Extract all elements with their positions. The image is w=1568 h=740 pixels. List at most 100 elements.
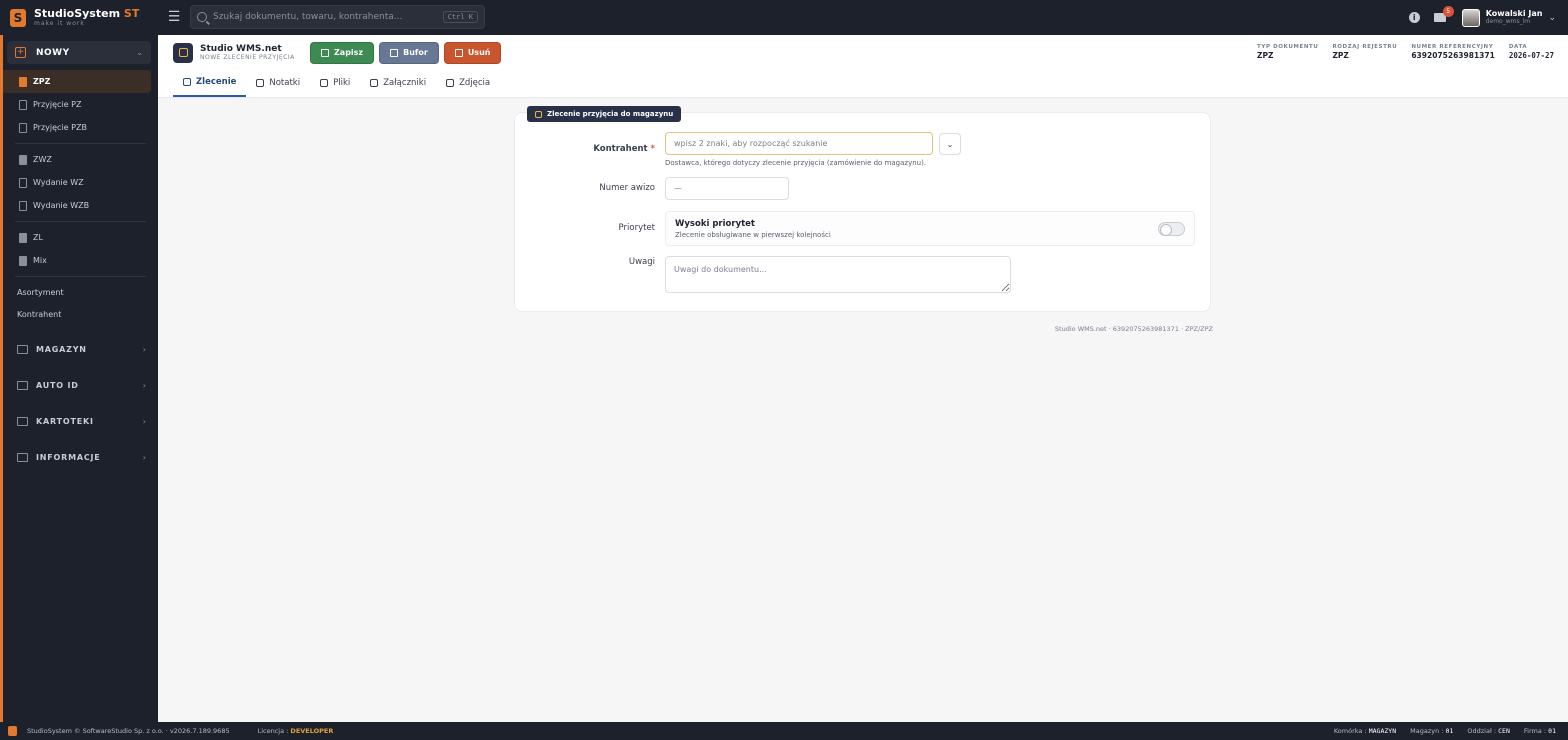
document-meta: TYP DOKUMENTU ZPZ RODZAJ REJESTRU ZPZ NUME… [1257,44,1554,61]
section-title: Zlecenie przyjęcia do magazynu [547,110,674,118]
priority-description: Zlecenie obsługiwane w pierwszej kolejno… [675,231,831,239]
meta-label: NUMER REFERENCYJNY [1411,44,1494,50]
tab-label: Załączniki [383,78,427,88]
brand[interactable]: S StudioSystem ST make it work [0,0,158,35]
chevron-right-icon: › [142,344,146,354]
file-icon [320,79,329,87]
kontrahent-help: Dostawca, którego dotyczy zlecenie przyj… [665,159,927,167]
global-search[interactable]: Ctrl K [190,5,485,29]
plus-square-icon: + [15,47,26,58]
buffer-button[interactable]: Bufor [379,41,439,64]
sidebar-item-zl[interactable]: ZL [3,226,151,249]
sidebar-item-label: ZPZ [33,77,51,86]
sidebar-item-label: Wydanie WZ [33,178,84,187]
sidebar-item-label: Przyjęcie PZB [33,123,87,132]
sidebar-item-kontrahent[interactable]: Kontrahent [3,303,158,325]
document-tabs: Zlecenie Notatki Pliki Załączniki Zdjęci… [158,70,1568,98]
sidebar-divider [15,221,146,222]
chevron-down-icon: ⌄ [136,48,143,57]
document-icon [19,177,27,188]
tab-label: Zdjęcia [459,78,491,88]
sidebar-item-mix[interactable]: Mix [3,249,151,272]
search-icon [197,12,207,22]
meta-date: 2026-07-27 [1508,51,1554,61]
tab-zalaczniki[interactable]: Załączniki [360,69,436,97]
doc-type-icon [173,42,193,63]
report-icon [17,452,28,462]
sidebar-group-magazyn[interactable]: MAGAZYN › [3,331,158,367]
sidebar-item-label: ZWZ [33,155,52,164]
sidebar-group-auto-id[interactable]: AUTO ID › [3,367,158,403]
chevron-right-icon: › [142,380,146,390]
document-icon [19,76,27,87]
info-icon[interactable]: i [1408,12,1420,23]
priority-title: Wysoki priorytet [675,219,755,229]
document-icon [19,122,27,133]
meta-reference-number: 6392075263981371 [1411,51,1495,61]
sidebar-item-przyjecie-pz[interactable]: Przyjęcie PZ [3,93,151,116]
tab-pliki[interactable]: Pliki [310,69,360,97]
document-icon [19,99,27,110]
sidebar-item-asortyment[interactable]: Asortyment [3,281,158,303]
notes-textarea[interactable] [665,256,1011,293]
kontrahent-dropdown-button[interactable]: ⌄ [939,133,961,155]
sidebar-group-informacje[interactable]: INFORMACJE › [3,439,158,475]
document-reference-footer: Studio WMS.net · 6392075263981371 · ZPZ/… [1054,325,1213,333]
sidebar-divider [15,143,146,144]
status-warehouse: Magazyn : 01 [1410,727,1454,735]
main-content: Studio WMS.net NOWE ZLECENIE PRZYJĘCIA Z… [158,35,1568,722]
document-icon [19,200,27,211]
meta-register-type: ZPZ [1332,51,1349,61]
brand-tagline: make it work [34,20,85,27]
mail-button[interactable]: 5 [1433,6,1454,23]
sidebar-item-zwz[interactable]: ZWZ [3,148,151,171]
sidebar-item-wydanie-wz[interactable]: Wydanie WZ [3,171,151,194]
tab-label: Zlecenie [196,77,237,87]
awizo-label: Numer awizo [599,183,655,193]
menu-toggle-icon[interactable]: ☰ [166,9,182,25]
awizo-input[interactable] [665,177,789,200]
meta-label: RODZAJ REJESTRU [1332,44,1398,50]
chevron-down-icon: ⌄ [1548,12,1556,23]
tab-notatki[interactable]: Notatki [246,69,310,97]
logo-icon: S [10,8,26,27]
search-input[interactable] [213,12,437,22]
sidebar-group-kartoteki[interactable]: KARTOTEKI › [3,403,158,439]
sidebar-item-label: ZL [33,233,43,242]
avatar [1461,8,1480,27]
user-menu[interactable]: Kowalski Jan demo_wms_lm ⌄ [1461,8,1556,27]
copyright: StudioSystem © SoftwareStudio Sp. z o.o.… [27,727,230,735]
barcode-icon [17,380,28,390]
tab-label: Notatki [269,78,301,88]
license-label: Licencja : [257,727,289,735]
status-company: Firma : 01 [1523,727,1556,735]
section-tag: Zlecenie przyjęcia do magazynu [527,106,682,122]
priority-toggle[interactable] [1158,222,1185,236]
delete-button-label: Usuń [467,48,491,57]
kontrahent-input[interactable] [665,132,933,155]
delete-button[interactable]: Usuń [443,41,502,64]
save-icon [321,48,329,57]
sidebar-item-zpz[interactable]: ZPZ [3,70,151,93]
document-header: Studio WMS.net NOWE ZLECENIE PRZYJĘCIA Z… [158,35,1568,70]
box-icon [535,110,542,118]
sidebar-divider [15,276,146,277]
paperclip-icon [370,79,379,87]
save-button-label: Zapisz [334,48,364,57]
sidebar-item-przyjecie-pzb[interactable]: Przyjęcie PZB [3,116,151,139]
document-title: Studio WMS.net [200,43,282,54]
license-value: DEVELOPER [290,727,334,735]
tab-zlecenie[interactable]: Zlecenie [173,69,247,97]
image-icon [446,79,455,87]
sidebar-item-label: Przyjęcie PZ [33,100,82,109]
chevron-down-icon: ⌄ [946,139,954,149]
sidebar-item-label: Wydanie WZB [33,201,90,210]
sidebar-new-group[interactable]: + NOWY ⌄ [7,41,151,64]
sidebar-item-wydanie-wzb[interactable]: Wydanie WZB [3,194,151,217]
tab-zdjecia[interactable]: Zdjęcia [436,69,500,97]
buffer-icon [390,48,399,57]
search-shortcut: Ctrl K [442,11,478,23]
mail-count-badge: 5 [1442,6,1454,17]
user-login: demo_wms_lm [1485,17,1531,25]
save-button[interactable]: Zapisz [310,41,375,64]
